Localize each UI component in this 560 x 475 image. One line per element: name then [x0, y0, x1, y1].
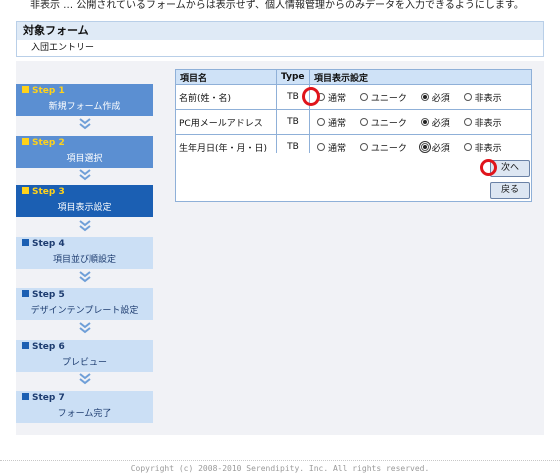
step-square-icon [22, 86, 29, 93]
table-header-row: 項目名 Type 項目表示設定 [175, 69, 532, 85]
radio-button-checked[interactable] [420, 92, 429, 101]
step-name: プレビュー [61, 358, 107, 368]
annotation-circle [480, 159, 497, 176]
step-square-icon [22, 138, 29, 145]
step-label: Step 5 [32, 290, 65, 300]
radio-button[interactable] [463, 117, 472, 126]
option-normal[interactable]: 通常 [313, 116, 346, 129]
option-unique[interactable]: ユニーク [356, 116, 407, 129]
step-7: Step 7 フォーム完了 [16, 391, 153, 423]
option-unique[interactable]: ユニーク [356, 91, 407, 104]
step-2: Step 2 項目選択 [16, 136, 153, 168]
step-label: Step 3 [32, 187, 65, 197]
step-name: 項目並び順設定 [52, 255, 116, 265]
step-4: Step 4 項目並び順設定 [16, 237, 153, 269]
back-button[interactable]: 戻る [490, 182, 530, 199]
item-name: PC用メールアドレス [175, 109, 277, 135]
step-6: Step 6 プレビュー [16, 340, 153, 372]
radio-button[interactable] [317, 117, 325, 126]
radio-button[interactable] [463, 142, 472, 151]
setting-options: 通常 ユニーク 必須 非表示 [309, 109, 532, 135]
step-name: フォーム完了 [57, 409, 112, 419]
down-arrow-icon [79, 169, 91, 181]
radio-button[interactable] [463, 92, 472, 101]
down-arrow-icon [79, 220, 91, 232]
display-settings-table: 項目名 Type 項目表示設定 名前(姓・名) TB 通常 ユニーク 必須 非表… [175, 69, 532, 160]
item-name: 名前(姓・名) [175, 84, 277, 110]
radio-button[interactable] [317, 142, 325, 151]
step-square-icon [22, 393, 29, 400]
step-square-icon [22, 239, 29, 246]
radio-button[interactable] [359, 117, 368, 126]
step-square-icon [22, 342, 29, 349]
table-row: 名前(姓・名) TB 通常 ユニーク 必須 非表示 [175, 84, 532, 110]
step-5: Step 5 デザインテンプレート設定 [16, 288, 153, 320]
header-type: Type [276, 69, 310, 85]
step-square-icon [22, 290, 29, 297]
option-hidden[interactable]: 非表示 [460, 116, 502, 129]
step-name: 新規フォーム作成 [48, 102, 121, 112]
option-unique[interactable]: ユニーク [356, 141, 407, 154]
radio-button-checked[interactable] [418, 140, 431, 153]
option-hidden[interactable]: 非表示 [460, 91, 502, 104]
option-required[interactable]: 必須 [417, 91, 450, 104]
radio-button[interactable] [359, 92, 368, 101]
item-type: TB [276, 109, 310, 135]
step-label: Step 2 [32, 138, 65, 148]
top-note-text: 非表示 … 公開されているフォームからは表示せず、個人情報管理からのみデータを入… [30, 0, 524, 10]
down-arrow-icon [79, 373, 91, 385]
button-area: 次へ 戻る [175, 153, 532, 202]
header-setting: 項目表示設定 [309, 69, 532, 85]
step-3: Step 3 項目表示設定 [16, 185, 153, 217]
option-normal[interactable]: 通常 [313, 141, 346, 154]
step-1: Step 1 新規フォーム作成 [16, 84, 153, 116]
radio-button[interactable] [359, 142, 368, 151]
step-name: デザインテンプレート設定 [30, 306, 139, 316]
option-hidden[interactable]: 非表示 [460, 141, 502, 154]
step-name: 項目表示設定 [57, 203, 112, 213]
step-name: 項目選択 [66, 154, 103, 164]
footer-copyright: Copyright (c) 2008-2010 Serendipity. Inc… [130, 464, 430, 473]
down-arrow-icon [79, 118, 91, 130]
step-label: Step 6 [32, 342, 65, 352]
annotation-circle [302, 87, 320, 106]
radio-button-checked[interactable] [420, 117, 429, 126]
header-item-name: 項目名 [175, 69, 277, 85]
option-required[interactable]: 必須 [417, 140, 450, 154]
section-title: 対象フォーム [16, 21, 544, 41]
setting-options: 通常 ユニーク 必須 非表示 [309, 84, 532, 110]
down-arrow-icon [79, 271, 91, 283]
top-note: 非表示 … 公開されているフォームからは表示せず、個人情報管理からのみデータを入… [0, 0, 560, 10]
option-required[interactable]: 必須 [417, 116, 450, 129]
step-label: Step 7 [32, 393, 65, 403]
table-row: PC用メールアドレス TB 通常 ユニーク 必須 非表示 [175, 109, 532, 135]
step-label: Step 1 [32, 86, 65, 96]
form-name: 入団エントリー [16, 40, 544, 57]
step-label: Step 4 [32, 239, 65, 249]
down-arrow-icon [79, 322, 91, 334]
step-square-icon [22, 187, 29, 194]
